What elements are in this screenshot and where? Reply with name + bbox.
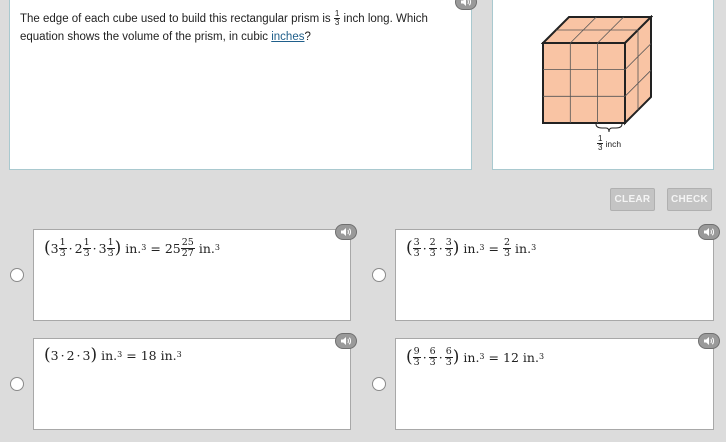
figure-panel: 13 inch	[492, 0, 714, 170]
choice-d[interactable]: ( 93 · 63 · 63 ) in. 3 = 12 in. 3	[395, 338, 714, 430]
choice-c[interactable]: ( 3 · 2 · 3 ) in. 3 = 18 in. 3	[33, 338, 351, 430]
choice-b[interactable]: ( 33 · 23 · 33 ) in. 3 = 23 in. 3	[395, 229, 714, 321]
choice-b-equation: ( 33 · 23 · 33 ) in. 3 = 23 in. 3	[406, 237, 537, 259]
question-text-before: The edge of each cube used to build this…	[20, 13, 331, 25]
choice-d-equation: ( 93 · 63 · 63 ) in. 3 = 12 in. 3	[406, 346, 545, 368]
speaker-icon	[341, 228, 351, 236]
rectangular-prism-figure	[541, 15, 653, 126]
choice-d-radio[interactable]	[372, 377, 386, 391]
choice-b-radio[interactable]	[372, 268, 386, 282]
speaker-icon	[704, 228, 714, 236]
choice-a-audio-button[interactable]	[335, 224, 357, 240]
speaker-icon	[704, 337, 714, 345]
choice-d-audio-button[interactable]	[698, 333, 720, 349]
edge-length-fraction: 13	[333, 9, 341, 28]
brace-icon	[595, 123, 623, 133]
question-audio-button[interactable]	[455, 0, 477, 10]
choice-a-equation: ( 313 · 213 · 313 ) in. 3 = 25 25 27 in. 3	[44, 237, 220, 259]
clear-button[interactable]: CLEAR	[610, 188, 655, 211]
check-button[interactable]: CHECK	[667, 188, 712, 211]
choice-a-radio[interactable]	[10, 268, 24, 282]
question-panel: The edge of each cube used to build this…	[9, 0, 472, 170]
speaker-icon	[341, 337, 351, 345]
inches-glossary-link[interactable]: inches	[271, 31, 304, 43]
edge-length-label: 13 inch	[597, 134, 622, 152]
speaker-icon	[461, 0, 471, 6]
prism-front-face	[542, 42, 626, 124]
question-text: The edge of each cube used to build this…	[20, 9, 428, 43]
choice-b-audio-button[interactable]	[698, 224, 720, 240]
choice-c-audio-button[interactable]	[335, 333, 357, 349]
choice-c-radio[interactable]	[10, 377, 24, 391]
choice-c-equation: ( 3 · 2 · 3 ) in. 3 = 18 in. 3	[44, 345, 182, 365]
choice-a[interactable]: ( 313 · 213 · 313 ) in. 3 = 25 25 27 in. 3	[33, 229, 351, 321]
